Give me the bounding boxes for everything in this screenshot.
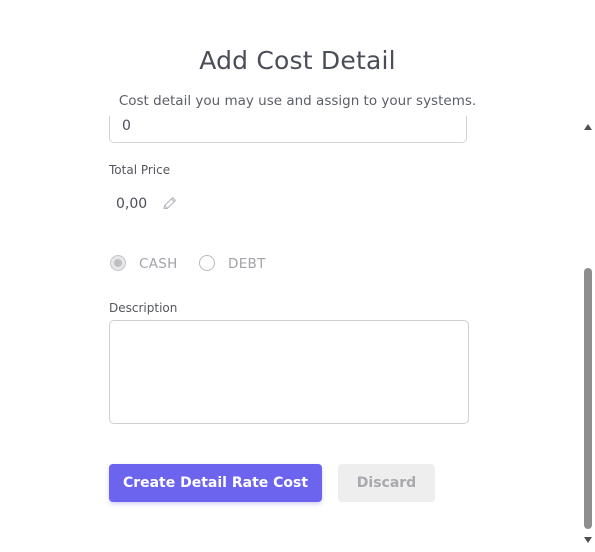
- add-cost-detail-modal: Add Cost Detail Cost detail you may use …: [0, 0, 595, 552]
- cash-radio[interactable]: [110, 255, 126, 271]
- pencil-edit-icon[interactable]: [162, 195, 178, 211]
- scroll-down-arrow-icon[interactable]: [584, 537, 592, 543]
- modal-title: Add Cost Detail: [199, 46, 396, 75]
- scrollbar-thumb[interactable]: [584, 268, 592, 529]
- modal-subtitle: Cost detail you may use and assign to yo…: [118, 93, 477, 109]
- create-detail-rate-cost-button[interactable]: Create Detail Rate Cost: [109, 464, 322, 502]
- debt-radio[interactable]: [199, 255, 215, 271]
- total-price-value: 0,00: [116, 196, 148, 212]
- form-scroll-area[interactable]: 0 Total Price 0,00 CASH DEBT Description…: [0, 116, 582, 552]
- debt-radio-label[interactable]: DEBT: [228, 256, 266, 272]
- total-price-label: Total Price: [109, 163, 171, 177]
- description-label: Description: [109, 301, 178, 315]
- quantity-input[interactable]: 0: [109, 116, 467, 143]
- discard-button[interactable]: Discard: [338, 464, 435, 502]
- description-textarea[interactable]: [109, 320, 469, 424]
- scroll-up-arrow-icon[interactable]: [584, 124, 592, 130]
- cash-radio-label[interactable]: CASH: [139, 256, 178, 272]
